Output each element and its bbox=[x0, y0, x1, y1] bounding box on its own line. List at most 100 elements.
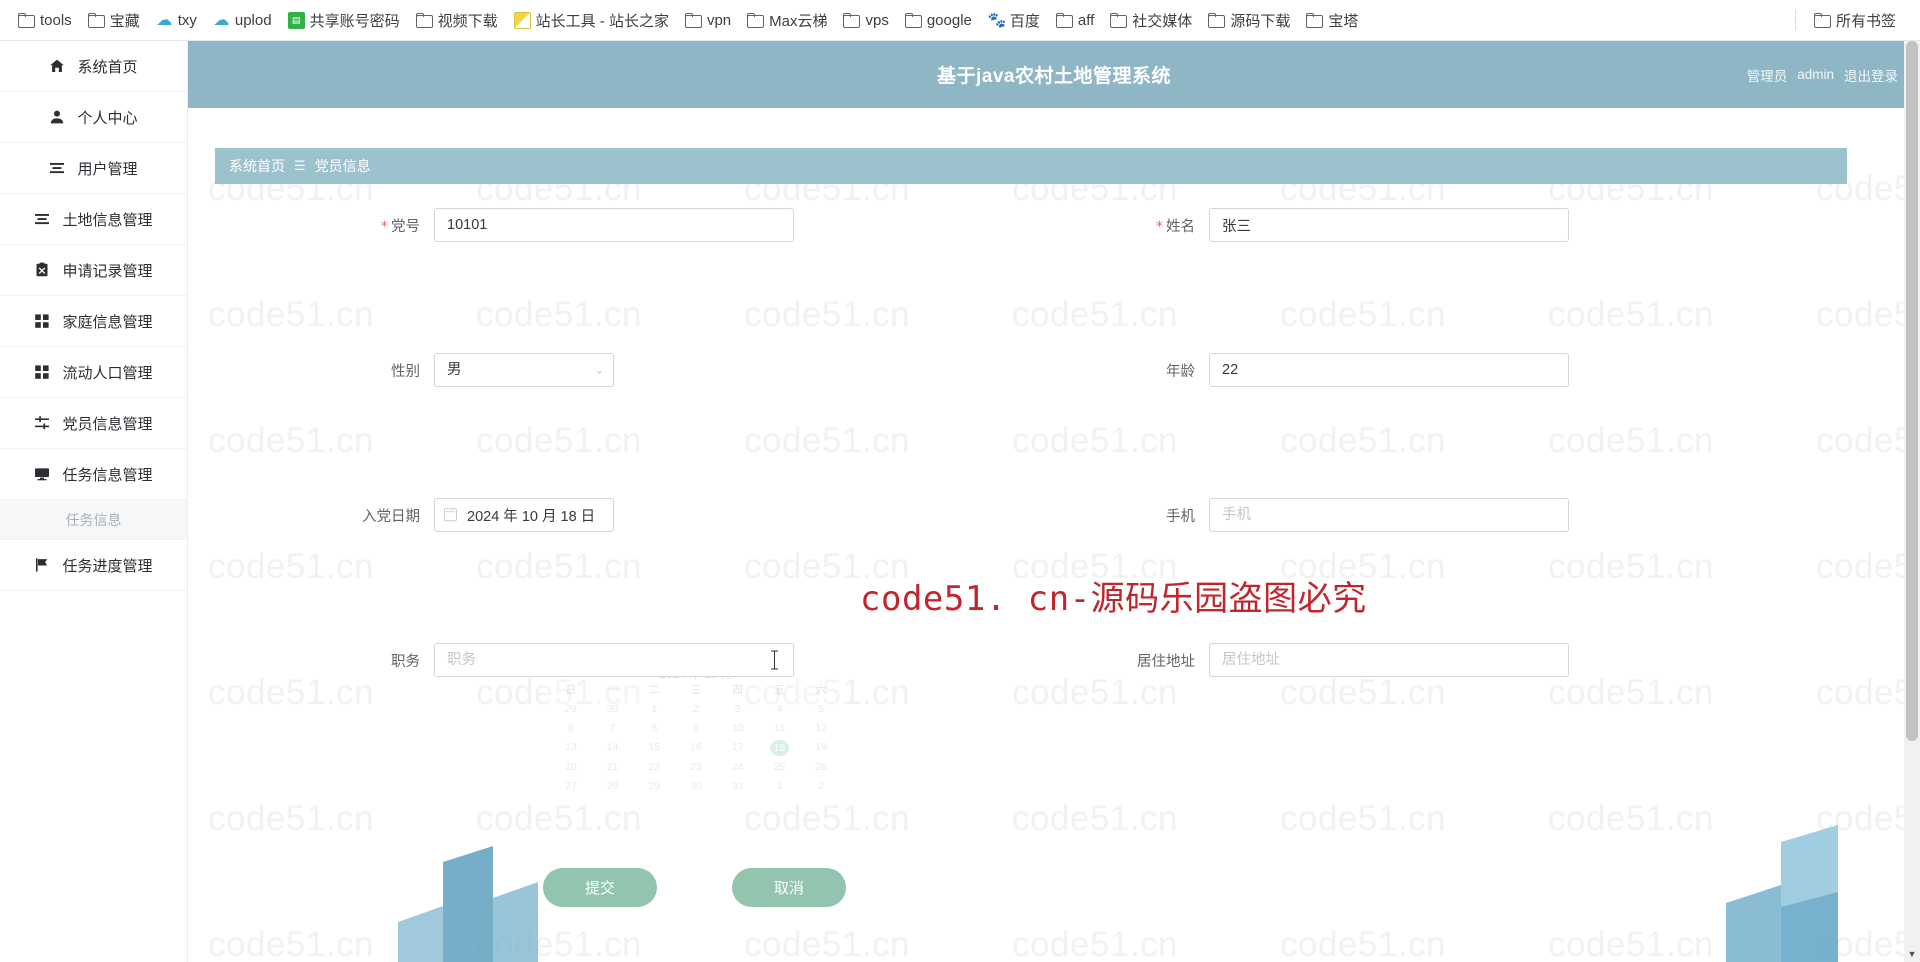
form-field-gender: 性别男女⌄ bbox=[318, 353, 614, 387]
sidebar-item-1[interactable]: 系统首页 bbox=[0, 41, 187, 92]
sidebar-subitem-label: 任务信息 bbox=[65, 511, 122, 528]
sidebar-item-7[interactable]: 流动人口管理 bbox=[0, 347, 187, 398]
bookmark-item[interactable]: Max云梯 bbox=[739, 7, 835, 34]
page-scrollbar[interactable]: ▼ bbox=[1904, 41, 1920, 962]
form-field-join-date: 入党日期 bbox=[318, 498, 614, 532]
list-icon bbox=[34, 211, 51, 228]
sidebar-item-label: 党员信息管理 bbox=[62, 415, 153, 433]
folder-icon bbox=[1306, 12, 1324, 29]
folder-icon bbox=[1055, 12, 1073, 29]
breadcrumb-home[interactable]: 系统首页 bbox=[229, 156, 285, 176]
folder-icon bbox=[415, 12, 433, 29]
bookmark-item[interactable]: 站长工具 - 站长之家 bbox=[506, 7, 677, 34]
required-marker: * bbox=[380, 218, 388, 235]
bookmark-item[interactable]: 🐾 百度 bbox=[980, 7, 1048, 34]
age-input[interactable] bbox=[1209, 353, 1569, 387]
main-content: 系统首页 ☰ 党员信息 *党号*姓名性别男女⌄年龄入党日期手机职务居住地址 20… bbox=[188, 108, 1920, 962]
phone-input[interactable] bbox=[1209, 498, 1569, 532]
control-full-name bbox=[1209, 208, 1569, 242]
form-row: *党号*姓名 bbox=[188, 208, 1920, 353]
bookmark-item[interactable]: aff bbox=[1048, 9, 1102, 32]
application-window: code51.cn code51.cn code51.cn code51.cn code… bbox=[0, 41, 1920, 962]
cloud-icon: ☁ bbox=[156, 11, 173, 29]
label-age: 年龄 bbox=[1093, 360, 1209, 381]
bookmark-item[interactable]: vpn bbox=[677, 9, 739, 32]
app-header: 基于java农村土地管理系统 管理员 admin 退出登录 bbox=[188, 41, 1920, 108]
user-role: 管理员 bbox=[1746, 68, 1788, 84]
party-number-input[interactable] bbox=[434, 208, 794, 242]
form-actions: 提交 取消 bbox=[543, 868, 846, 907]
label-join-date: 入党日期 bbox=[318, 505, 434, 526]
folder-icon bbox=[747, 12, 765, 29]
join-date-input[interactable] bbox=[434, 498, 614, 532]
bookmark-item[interactable]: 宝塔 bbox=[1298, 7, 1366, 34]
control-age bbox=[1209, 353, 1569, 387]
label-gender: 性别 bbox=[318, 360, 434, 381]
breadcrumb-current: 党员信息 bbox=[314, 158, 371, 174]
sidebar-item-label: 土地信息管理 bbox=[62, 211, 153, 229]
sidebar-item-5[interactable]: 申请记录管理 bbox=[0, 245, 187, 296]
bookmark-item[interactable]: ☁ uplod bbox=[205, 9, 280, 32]
sidebar-item-9[interactable]: 任务信息管理 bbox=[0, 449, 187, 500]
tool-icon bbox=[513, 11, 531, 29]
label-text: 年龄 bbox=[1166, 363, 1195, 380]
bookmark-label: uplod bbox=[234, 11, 272, 29]
bookmark-label: vps bbox=[865, 11, 889, 29]
bookmark-label: 站长工具 - 站长之家 bbox=[535, 12, 669, 30]
breadcrumb-separator-icon: ☰ bbox=[294, 158, 306, 173]
bookmark-item[interactable]: ▤ 共享账号密码 bbox=[280, 7, 408, 34]
full-name-input[interactable] bbox=[1209, 208, 1569, 242]
bookmark-label: 源码下载 bbox=[1230, 12, 1291, 30]
bookmark-label: vpn bbox=[706, 11, 732, 29]
bookmark-item[interactable]: google bbox=[897, 9, 980, 32]
scrollbar-thumb[interactable] bbox=[1906, 41, 1918, 741]
folder-icon bbox=[18, 12, 35, 29]
bookmark-item[interactable]: ☁ txy bbox=[148, 9, 205, 32]
bookmark-bar-right: 所有书签 bbox=[1794, 7, 1910, 34]
label-text: 手机 bbox=[1166, 508, 1195, 525]
form-field-position: 职务 bbox=[318, 643, 794, 677]
gender-select[interactable]: 男女 bbox=[434, 353, 614, 387]
bookmark-label: 社交媒体 bbox=[1132, 12, 1193, 30]
sidebar-subitem-task-info[interactable]: 任务信息 bbox=[0, 500, 187, 540]
required-marker: * bbox=[1155, 218, 1163, 235]
bookmark-item[interactable]: 源码下载 bbox=[1200, 7, 1298, 34]
cancel-button[interactable]: 取消 bbox=[732, 868, 846, 907]
all-bookmarks-button[interactable]: 所有书签 bbox=[1806, 7, 1904, 34]
position-input[interactable] bbox=[434, 643, 794, 677]
form-row: 入党日期 手机 bbox=[188, 498, 1920, 643]
sidebar-item-label: 用户管理 bbox=[77, 160, 138, 178]
bookmark-label: 共享账号密码 bbox=[309, 12, 400, 30]
form-row: 职务 居住地址 bbox=[188, 643, 1920, 788]
decorative-towers-right bbox=[1726, 825, 1838, 962]
label-text: 姓名 bbox=[1166, 218, 1195, 235]
scroll-down-arrow-icon[interactable]: ▼ bbox=[1904, 946, 1920, 962]
bookmark-item[interactable]: tools bbox=[10, 9, 80, 32]
sidebar-item-after-1[interactable]: 任务进度管理 bbox=[0, 540, 187, 591]
sidebar-item-4[interactable]: 土地信息管理 bbox=[0, 194, 187, 245]
bookmark-item[interactable]: vps bbox=[835, 9, 896, 32]
sidebar-item-label: 任务信息管理 bbox=[62, 466, 153, 484]
folder-icon bbox=[843, 12, 861, 29]
label-text: 居住地址 bbox=[1137, 653, 1195, 670]
bookmark-label: 宝塔 bbox=[1328, 12, 1359, 30]
bookmark-item[interactable]: 社交媒体 bbox=[1102, 7, 1200, 34]
form-field-full-name: * 姓名 bbox=[1093, 208, 1569, 242]
logout-link[interactable]: 退出登录 bbox=[1844, 65, 1898, 85]
submit-button[interactable]: 提交 bbox=[543, 868, 657, 907]
control-gender: 男女⌄ bbox=[434, 353, 614, 387]
sidebar-item-8[interactable]: 党员信息管理 bbox=[0, 398, 187, 449]
divider bbox=[1794, 10, 1796, 30]
list-icon bbox=[49, 160, 66, 177]
sidebar-item-2[interactable]: 个人中心 bbox=[0, 92, 187, 143]
label-text: 党号 bbox=[391, 218, 420, 235]
address-input[interactable] bbox=[1209, 643, 1569, 677]
party-member-form: *党号*姓名性别男女⌄年龄入党日期手机职务居住地址 bbox=[188, 208, 1920, 788]
sidebar-item-3[interactable]: 用户管理 bbox=[0, 143, 187, 194]
label-text: 入党日期 bbox=[362, 508, 420, 525]
folder-icon bbox=[684, 12, 702, 29]
bookmark-item[interactable]: 宝藏 bbox=[80, 7, 148, 34]
bookmark-item[interactable]: 视频下载 bbox=[408, 7, 506, 34]
all-bookmarks-label: 所有书签 bbox=[1835, 12, 1896, 30]
sidebar-item-6[interactable]: 家庭信息管理 bbox=[0, 296, 187, 347]
